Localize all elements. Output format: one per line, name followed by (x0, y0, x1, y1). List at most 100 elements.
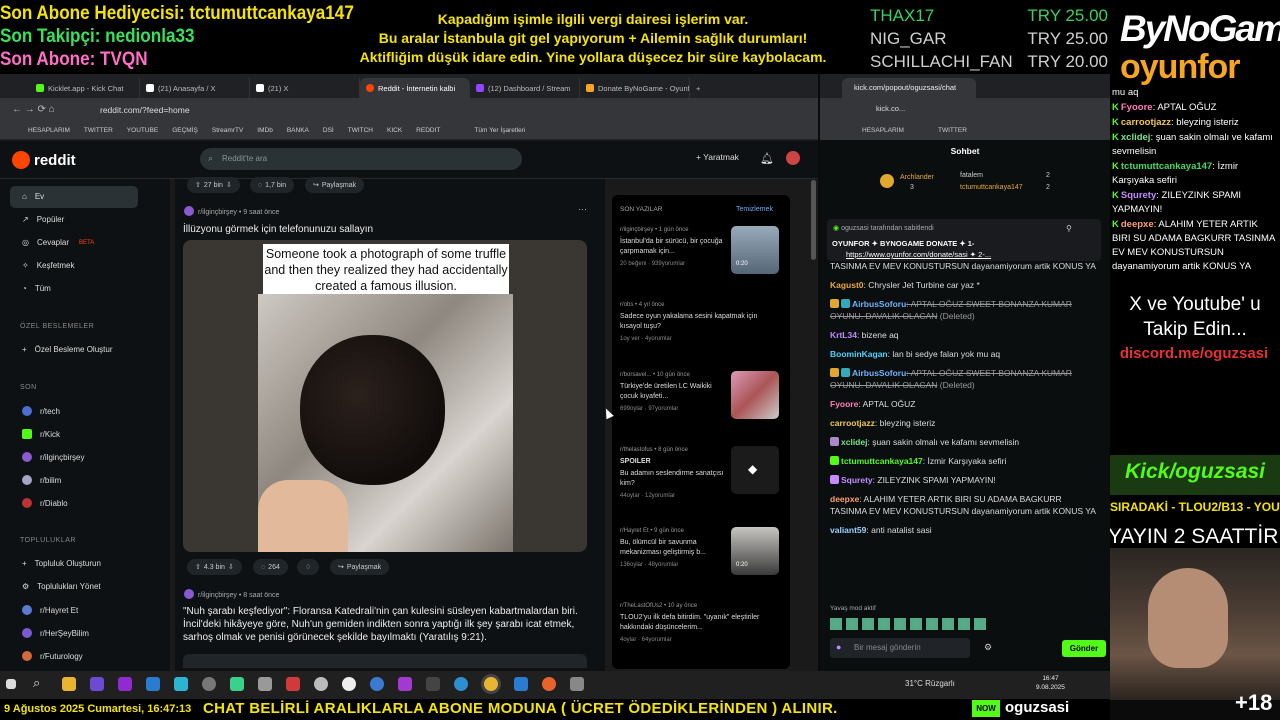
bookmark[interactable]: TWITCH (348, 127, 373, 134)
app-icon[interactable] (230, 677, 244, 691)
app-icon[interactable] (398, 677, 412, 691)
nav-arrows-icon[interactable]: ← → ⟳ ⌂ (12, 104, 55, 115)
bookmark[interactable]: KICK (387, 127, 402, 134)
bookmark[interactable]: REDDIT (416, 127, 440, 134)
app-icon[interactable] (202, 677, 216, 691)
bookmark[interactable]: IMDb (257, 127, 273, 134)
nav-all[interactable]: ◔ Tüm (22, 284, 51, 293)
firefox-icon[interactable] (542, 677, 556, 691)
all-bookmarks[interactable]: Tüm Yer İşaretleri (474, 127, 525, 134)
leader-name: tctumuttcankaya147 (960, 184, 1023, 191)
recent-post[interactable]: r/obs • 4 yıl önce Sadece oyun yakalama … (620, 302, 782, 342)
communities-header[interactable]: TOPLULUKLAR (20, 537, 76, 544)
kick-url[interactable]: kick.co... (876, 104, 905, 113)
app-icon[interactable] (118, 677, 132, 691)
bookmark[interactable]: TWITTER (938, 127, 967, 134)
share-button[interactable]: ↪ Paylaşmak (305, 177, 365, 193)
community-item[interactable]: r/HerŞeyBilim (22, 628, 89, 638)
bookmark[interactable]: GEÇMİŞ (172, 127, 198, 134)
recent-sub[interactable]: r/Diablo (22, 498, 68, 508)
bookmark[interactable]: HESAPLARIM (28, 127, 70, 134)
community-item[interactable]: r/Futurology (22, 651, 83, 661)
leader-name: fatalem (960, 172, 983, 179)
bookmark[interactable]: DSİ (323, 127, 334, 134)
browser-tab[interactable]: (12) Dashboard / Stream (470, 78, 580, 98)
upvote-button[interactable]: ⇧ 27 bin ⇩ (187, 177, 240, 193)
url-field[interactable]: reddit.com/?feed=home (100, 102, 350, 118)
bookmark[interactable]: StreamrTV (212, 127, 243, 134)
reddit-search-input[interactable]: Reddit'te ara (200, 148, 522, 170)
explore-icon: ✧ (22, 261, 29, 270)
more-options-icon[interactable]: ⋯ (578, 204, 587, 215)
create-post-button[interactable]: + Yaratmak (696, 152, 739, 162)
file-explorer-icon[interactable] (62, 677, 76, 691)
recent-header[interactable]: SON (20, 384, 37, 391)
recent-post[interactable]: r/TheLastOfUs2 • 10 ay önce TLOU2'yu ilk… (620, 603, 782, 643)
custom-feeds-header[interactable]: ÖZEL BESLEMELER (20, 323, 94, 330)
comments-button[interactable]: ◌ 1,7 bin (250, 177, 295, 193)
pin-icon[interactable]: ⚲ (1066, 224, 1072, 233)
app-icon[interactable] (90, 677, 104, 691)
reddit-logo[interactable]: reddit (12, 151, 76, 169)
recent-sub[interactable]: r/tech (22, 406, 60, 416)
new-tab-button[interactable]: + (690, 78, 710, 98)
create-custom-feed[interactable]: + Özel Besleme Oluştur (22, 345, 112, 354)
pinned-url[interactable]: https://www.oyunfor.com/donate/sasi ✦ 2-… (846, 250, 991, 259)
app-icon[interactable] (342, 677, 356, 691)
browser-tab[interactable]: Donate ByNoGame - Oyunfor (580, 78, 690, 98)
app-icon[interactable] (146, 677, 160, 691)
edge-icon[interactable] (454, 677, 468, 691)
app-icon[interactable] (426, 677, 440, 691)
clock[interactable]: 16:47 9.08.2025 (1036, 674, 1065, 692)
app-icon[interactable] (258, 677, 272, 691)
nav-home[interactable]: ⌂ Ev (22, 192, 44, 201)
chat-settings-icon[interactable]: ⚙ (984, 642, 992, 653)
nav-answers[interactable]: ◎ Cevaplar BETA (22, 238, 94, 247)
community-item[interactable]: r/Hayret Et (22, 605, 78, 615)
app-icon[interactable] (370, 677, 384, 691)
start-icon[interactable] (6, 679, 16, 689)
recent-sub[interactable]: r/bilim (22, 475, 61, 485)
comments-button[interactable]: ◌ 264 (253, 559, 288, 575)
app-icon[interactable] (314, 677, 328, 691)
follow-prompt: X ve Youtube' u Takip Edin... (1129, 294, 1261, 340)
clear-button[interactable]: Temizlemek (736, 206, 773, 213)
app-icon[interactable] (570, 677, 584, 691)
nav-popular[interactable]: ↗ Popüler (22, 215, 64, 224)
avatar[interactable] (786, 151, 800, 165)
manage-communities[interactable]: ⚙ Toplulukları Yönet (22, 582, 101, 591)
bookmark[interactable]: YOUTUBE (127, 127, 158, 134)
app-icon[interactable] (174, 677, 188, 691)
weather-widget[interactable]: 31°C Rüzgarlı (905, 679, 955, 688)
app-icon[interactable] (286, 677, 300, 691)
bookmark[interactable]: BANKA (287, 127, 309, 134)
nav-explore[interactable]: ✧ Keşfetmek (22, 261, 75, 270)
emote-bar[interactable] (830, 618, 990, 630)
chat-message: deepxe: ALAHIM YETER ARTIK BIRI SU ADAMA… (830, 494, 1096, 516)
chat-message: BoominKagan: lan bi sedye falan yok mu a… (830, 349, 1001, 359)
browser-tab[interactable]: (21) X (250, 78, 360, 98)
donation-row: THAX17 TRY 25.00 (870, 6, 1108, 25)
share-button[interactable]: ↪ Paylaşmak (330, 559, 390, 575)
mic-icon[interactable]: ● (836, 642, 841, 652)
browser-tab-active[interactable]: Reddit - İnternetin kalbi (360, 78, 470, 98)
browser-tab[interactable]: (21) Anasayfa / X (140, 78, 250, 98)
recent-sub[interactable]: r/ilginçbirşey (22, 452, 84, 462)
notifications-icon[interactable]: 🔔︎ (760, 152, 774, 165)
kick-tab[interactable]: kick.com/popout/oguzsasi/chat (842, 78, 976, 98)
post-title[interactable]: İllüzyonu görmek için telefonunuzu salla… (183, 224, 373, 235)
search-icon[interactable]: ⌕ (33, 675, 40, 691)
create-community[interactable]: + Topluluk Oluşturun (22, 559, 101, 568)
app-icon[interactable] (514, 677, 528, 691)
recent-sub[interactable]: r/Kick (22, 429, 60, 439)
bookmark[interactable]: HESAPLARIM (862, 127, 904, 134)
send-button[interactable]: Gönder (1062, 640, 1106, 657)
upvote-button[interactable]: ⇧ 4.3 bin ⇩ (187, 559, 242, 575)
scrollbar[interactable] (811, 180, 816, 260)
award-button[interactable]: ♢ (297, 559, 320, 575)
post-title[interactable]: "Nuh şarabı keşfediyor": Floransa Katedr… (183, 605, 593, 644)
browser-tab[interactable]: Kicklet.app - Kick Chat (30, 78, 140, 98)
chat-input[interactable]: Bir mesaj gönderin (830, 638, 970, 658)
bookmark[interactable]: TWITTER (84, 127, 113, 134)
chrome-icon[interactable] (484, 677, 498, 691)
